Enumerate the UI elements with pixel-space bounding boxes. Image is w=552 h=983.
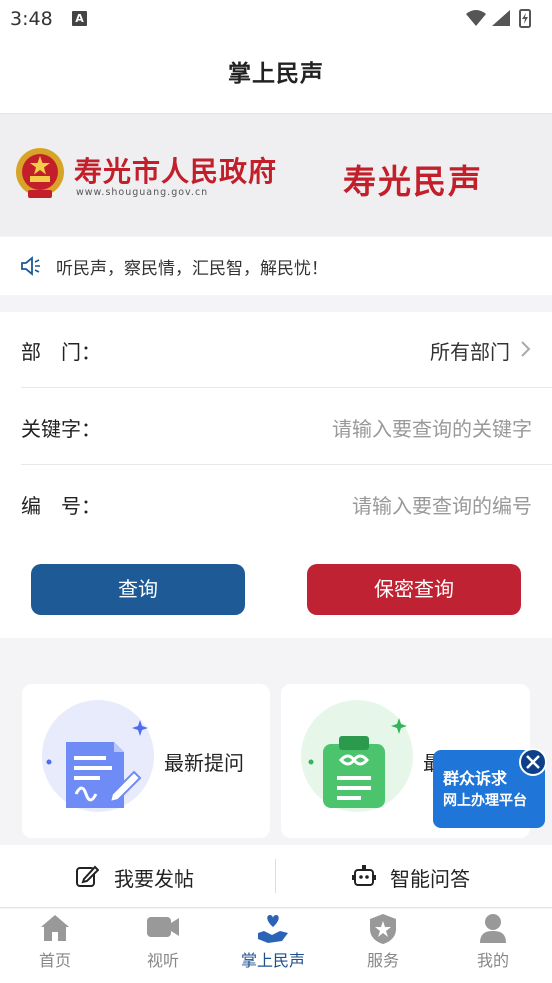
card-label: 最新提问 — [164, 751, 244, 775]
title-bar: 掌上民声 — [0, 38, 552, 114]
query-button[interactable]: 查询 — [31, 564, 245, 615]
video-icon — [147, 917, 179, 937]
ad-line1: 群众诉求 — [443, 769, 508, 788]
speaker-icon — [21, 256, 40, 276]
brand-logo-text: 寿光民声 — [343, 162, 483, 201]
department-value: 所有部门 — [430, 340, 510, 364]
shield-star-icon — [370, 914, 396, 944]
number-label: 编 号： — [21, 494, 101, 518]
search-form: 部 门： 所有部门 关键字： 请输入要查询的关键字 编 号： 请输入要查询的编号… — [0, 312, 552, 638]
tab-voice[interactable]: 掌上民声 — [218, 909, 328, 983]
tab-home[interactable]: 首页 — [0, 909, 110, 983]
user-icon — [480, 914, 506, 943]
system-icons — [464, 8, 542, 32]
keyword-field[interactable]: 关键字： 请输入要查询的关键字 — [21, 389, 552, 465]
chevron-right-icon — [521, 341, 531, 357]
page-title: 掌上民声 — [228, 61, 324, 87]
tab-video[interactable]: 视听 — [108, 909, 218, 983]
notification-a-icon: A — [72, 11, 87, 26]
clock: 3:48 — [10, 8, 53, 30]
signal-icon — [492, 10, 510, 26]
tab-label: 服务 — [366, 951, 399, 970]
divider — [275, 859, 276, 893]
tab-label: 掌上民声 — [240, 951, 305, 970]
heart-hand-icon — [258, 915, 288, 943]
action-bar: 我要发帖 智能问答 — [0, 845, 552, 908]
tab-label: 我的 — [476, 951, 509, 970]
robot-icon — [352, 865, 376, 886]
clipboard-icon — [301, 700, 413, 812]
post-button[interactable]: 我要发帖 — [114, 863, 194, 892]
close-icon — [526, 755, 540, 769]
national-emblem-icon — [16, 148, 64, 198]
tab-service[interactable]: 服务 — [328, 909, 438, 983]
gov-url: www.shouguang.gov.cn — [76, 187, 209, 198]
home-icon — [41, 915, 69, 941]
latest-questions-card[interactable]: 最新提问 — [22, 684, 270, 838]
notice-bar: 听民声，察民情，汇民智，解民忧！ — [0, 237, 552, 295]
wifi-icon — [466, 10, 486, 26]
gov-name: 寿光市人民政府 — [74, 155, 278, 188]
department-label: 部 门： — [21, 340, 101, 364]
tab-me[interactable]: 我的 — [438, 909, 548, 983]
tab-label: 首页 — [38, 951, 71, 970]
number-input[interactable]: 请输入要查询的编号 — [352, 490, 532, 519]
notice-text: 听民声，察民情，汇民智，解民忧！ — [56, 259, 328, 279]
secret-query-button[interactable]: 保密查询 — [307, 564, 521, 615]
department-select[interactable]: 部 门： 所有部门 — [21, 312, 552, 388]
keyword-label: 关键字： — [21, 417, 101, 441]
number-field[interactable]: 编 号： 请输入要查询的编号 — [21, 466, 552, 542]
keyword-input[interactable]: 请输入要查询的关键字 — [332, 413, 532, 442]
qa-button[interactable]: 智能问答 — [390, 863, 470, 892]
ad-line2: 网上办理平台 — [443, 793, 527, 809]
status-bar: 3:48 A — [0, 0, 552, 38]
document-icon — [42, 700, 154, 812]
tab-label: 视听 — [146, 951, 179, 970]
close-ad-button[interactable] — [519, 748, 547, 776]
bottom-tab-bar: 首页 视听 掌上民声 服务 我的 — [0, 909, 552, 983]
edit-icon — [76, 865, 99, 887]
